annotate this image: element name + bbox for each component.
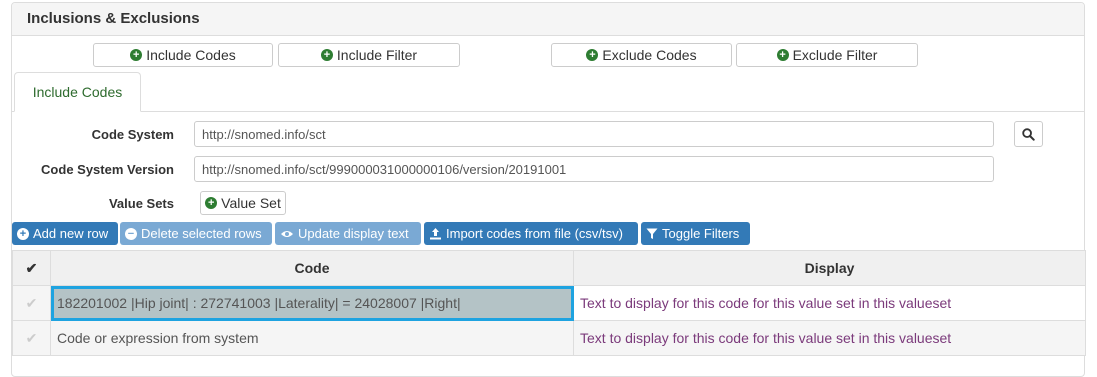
add-new-row-button[interactable]: + Add new row [12,222,118,245]
eye-icon [281,230,293,237]
add-new-row-label: Add new row [33,226,109,241]
code-cell[interactable]: Code or expression from system [50,320,574,356]
toggle-filters-button[interactable]: Toggle Filters [641,222,750,245]
tab-include-codes[interactable]: Include Codes [14,72,141,112]
upload-icon [430,228,441,240]
value-set-label: Value Set [221,195,281,211]
import-codes-button[interactable]: Import codes from file (csv/tsv) [424,222,638,245]
column-header-display[interactable]: Display [573,250,1086,286]
plus-circle-icon: + [320,49,333,61]
minus-circle-icon: − [125,227,137,240]
plus-circle-icon: + [205,197,218,209]
value-set-button[interactable]: + Value Set [200,191,286,215]
update-display-text-label: Update display text [298,226,409,241]
code-system-version-label: Code System Version [41,162,174,177]
code-system-label: Code System [91,127,174,142]
display-cell[interactable]: Text to display for this code for this v… [573,320,1086,356]
plus-circle-icon: + [776,49,789,61]
table-row[interactable]: ✔ Code or expression from system Text to… [12,320,1086,356]
update-display-text-button[interactable]: Update display text [275,222,421,245]
code-system-version-input[interactable]: http://snomed.info/sct/99900003100000010… [194,156,994,182]
exclude-codes-label: Exclude Codes [602,47,697,63]
display-cell[interactable]: Text to display for this code for this v… [573,285,1086,321]
delete-selected-rows-label: Delete selected rows [141,226,262,241]
exclude-filter-button[interactable]: + Exclude Filter [736,43,918,67]
grid-header-row: ✔ Code Display [12,250,1086,286]
panel-title: Inclusions & Exclusions [12,3,1084,36]
include-codes-button[interactable]: + Include Codes [93,43,273,67]
filter-icon [646,228,658,239]
value-sets-label: Value Sets [108,196,174,211]
search-icon [1022,127,1035,141]
plus-circle-icon: + [586,49,599,61]
table-row[interactable]: ✔ 182201002 |Hip joint| : 272741003 |Lat… [12,285,1086,321]
include-filter-button[interactable]: + Include Filter [278,43,460,67]
code-cell[interactable]: 182201002 |Hip joint| : 272741003 |Later… [50,285,574,321]
row-checkbox[interactable]: ✔ [12,285,51,321]
tab-bar: Include Codes [12,72,1085,112]
plus-circle-icon: + [130,49,143,61]
row-checkbox[interactable]: ✔ [12,320,51,356]
plus-circle-icon: + [17,227,29,240]
include-codes-label: Include Codes [146,47,236,63]
toggle-filters-label: Toggle Filters [662,226,740,241]
select-all-checkbox[interactable]: ✔ [12,250,51,286]
codes-grid: ✔ Code Display ✔ 182201002 |Hip joint| :… [12,250,1086,356]
delete-selected-rows-button[interactable]: − Delete selected rows [120,222,272,245]
code-system-input[interactable]: http://snomed.info/sct [194,121,994,147]
exclude-filter-label: Exclude Filter [792,47,878,63]
column-header-code[interactable]: Code [50,250,574,286]
include-filter-label: Include Filter [336,47,418,63]
code-system-search-button[interactable] [1014,121,1043,147]
exclude-codes-button[interactable]: + Exclude Codes [551,43,732,67]
import-codes-label: Import codes from file (csv/tsv) [446,226,623,241]
